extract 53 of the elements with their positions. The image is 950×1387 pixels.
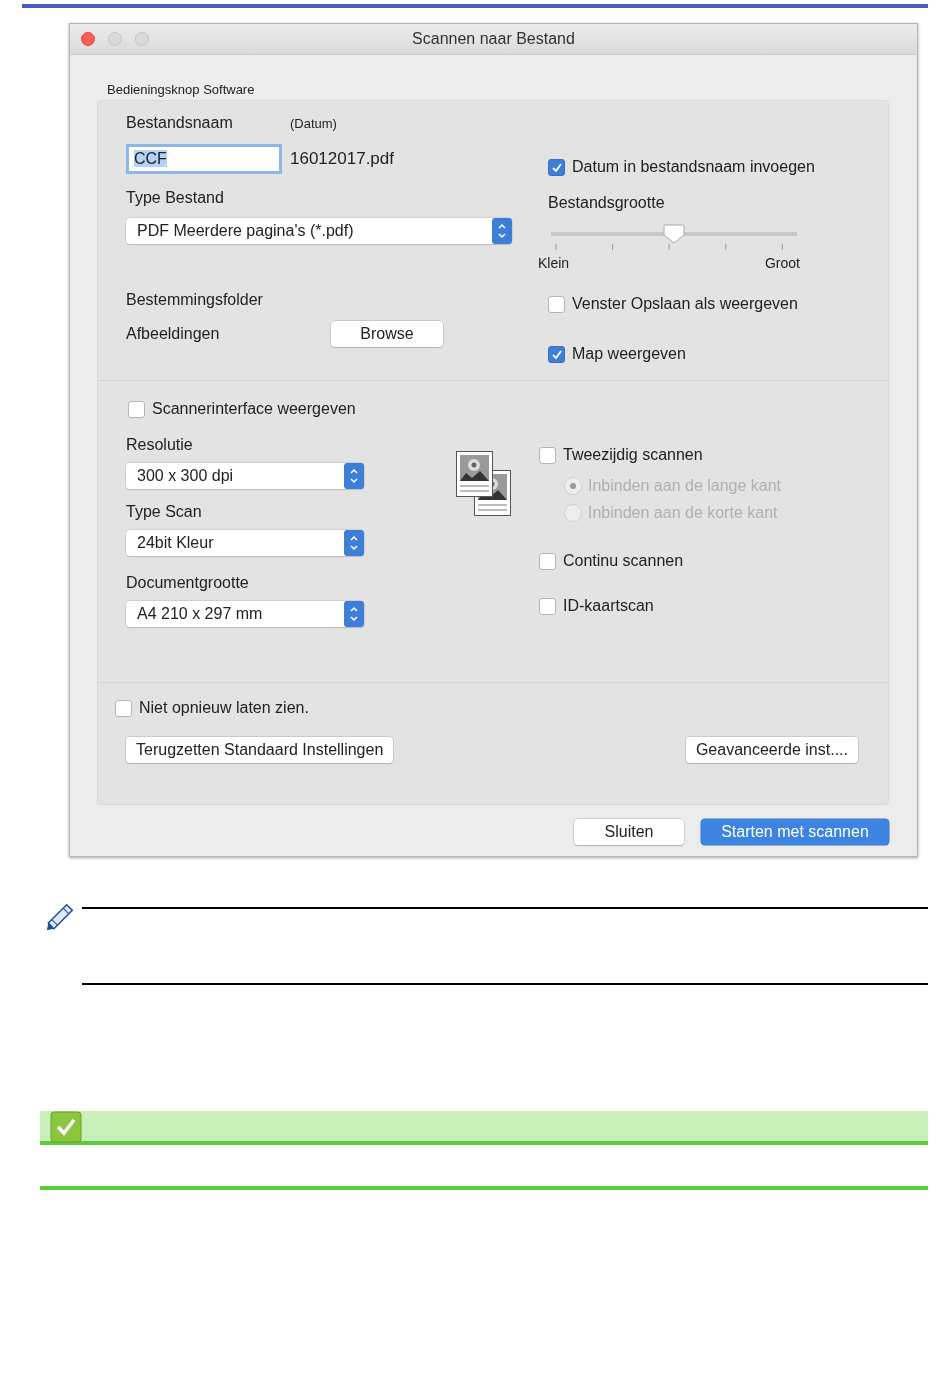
- button[interactable]: Sluiten: [574, 819, 684, 845]
- field-label: Type Bestand: [126, 188, 224, 208]
- field-label: Bestandsnaam: [126, 113, 234, 133]
- stepper-icon: [492, 218, 512, 244]
- checkmark-icon: [551, 162, 562, 172]
- checkmark-icon: [50, 1111, 82, 1143]
- checkbox-label[interactable]: Venster Opslaan als weergeven: [572, 295, 798, 313]
- field-label: Type Scan: [126, 502, 202, 522]
- checkbox[interactable]: [539, 597, 556, 615]
- dropdown[interactable]: A4 210 x 297 mm: [126, 601, 364, 627]
- checkbox-label[interactable]: Scannerinterface weergeven: [152, 400, 356, 418]
- stepper-icon: [344, 601, 364, 627]
- checkbox-label[interactable]: Tweezijdig scannen: [563, 446, 703, 464]
- checkmark-icon: [551, 349, 562, 359]
- group-label: Bedieningsknop Software: [106, 82, 256, 98]
- field-label: Resolutie: [126, 435, 193, 455]
- field-label: Documentgrootte: [126, 573, 249, 593]
- slider-min-label: Klein: [538, 255, 570, 271]
- close-button[interactable]: [81, 32, 95, 46]
- button[interactable]: Terugzetten Standaard Instellingen: [126, 737, 394, 763]
- window-title: Scannen naar Bestand: [412, 30, 575, 48]
- checkbox[interactable]: [115, 699, 132, 717]
- field-label: Bestandsgrootte: [548, 193, 665, 213]
- checkbox[interactable]: [548, 345, 565, 363]
- slider-thumb[interactable]: [663, 224, 685, 244]
- slider-max-label: Groot: [765, 255, 800, 271]
- dropdown[interactable]: 24bit Kleur: [126, 530, 364, 556]
- document-pages-icon: [455, 450, 511, 517]
- slider-handle-icon: [663, 224, 685, 244]
- stepper-icon: [344, 463, 364, 489]
- checkbox[interactable]: [539, 446, 556, 464]
- minimize-button[interactable]: [108, 32, 122, 46]
- checkbox-label[interactable]: Datum in bestandsnaam invoegen: [572, 158, 815, 176]
- button[interactable]: Starten met scannen: [701, 819, 889, 845]
- button[interactable]: Browse: [331, 321, 443, 347]
- checkbox[interactable]: [128, 400, 145, 418]
- dropdown[interactable]: 300 x 300 dpi: [126, 463, 364, 489]
- checkbox[interactable]: [548, 295, 565, 313]
- field-label: Bestemmingsfolder: [126, 290, 263, 310]
- checkbox[interactable]: [539, 552, 556, 570]
- file-name-field[interactable]: CCF: [126, 144, 282, 174]
- checkbox-label[interactable]: Niet opnieuw laten zien.: [139, 699, 309, 717]
- dropdown[interactable]: PDF Meerdere pagina's (*.pdf): [126, 218, 512, 244]
- folder-name: Afbeeldingen: [126, 324, 221, 344]
- checkbox-label[interactable]: ID-kaartscan: [563, 597, 654, 615]
- zoom-button[interactable]: [135, 32, 149, 46]
- checkbox-label[interactable]: Map weergeven: [572, 345, 686, 363]
- checkbox[interactable]: [548, 158, 565, 176]
- stepper-icon: [344, 530, 364, 556]
- file-name-suffix: 16012017.pdf: [290, 149, 394, 169]
- button[interactable]: Geavanceerde inst....: [685, 737, 858, 763]
- checkbox-label[interactable]: Continu scannen: [563, 552, 684, 570]
- date-label: (Datum): [290, 116, 337, 131]
